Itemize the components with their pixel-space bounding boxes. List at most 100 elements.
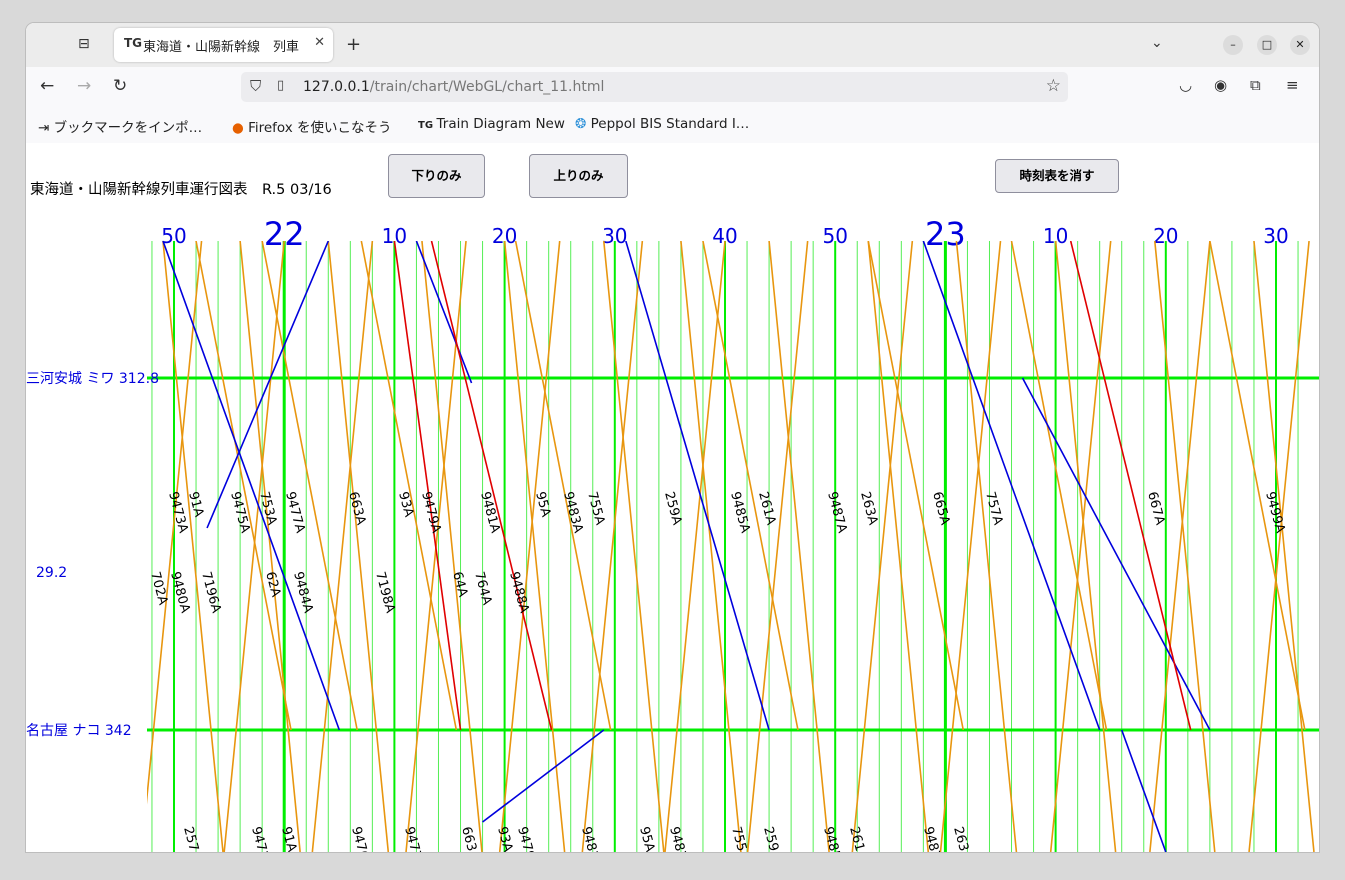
kodama-train-line [1149, 241, 1211, 852]
import-icon: ⇥ [38, 120, 54, 136]
kodama-train-line [1049, 241, 1112, 852]
extensions-icon[interactable]: ⧉ [1250, 76, 1261, 94]
train-number-label: 91A [185, 490, 206, 519]
train-number-label: 9483A [560, 490, 585, 535]
train-number-label: 9483A [666, 825, 691, 852]
train-number-label: 93A [395, 490, 416, 519]
train-number-label: 257A [180, 825, 203, 852]
tab-close-icon[interactable]: ✕ [314, 35, 325, 50]
shield-icon[interactable]: ⛉ [250, 77, 261, 95]
train-number-label: 9485A [727, 490, 752, 535]
train-number-label: 263A [950, 825, 973, 852]
account-icon[interactable]: ◉ [1214, 76, 1227, 94]
train-number-label: 9479A [514, 825, 539, 852]
train-number-label: 9480A [167, 570, 192, 615]
train-number-label: 95A [532, 490, 553, 519]
kodama-train-line [239, 241, 301, 852]
train-number-label: 9488A [506, 570, 531, 615]
minimize-icon[interactable]: – [1223, 35, 1243, 55]
tab-bar: ⊟ TG 東海道・山陽新幹線 列車 ✕ + ⌄ – □ ✕ [26, 23, 1319, 67]
kodama-train-line [503, 241, 566, 852]
tab-list-chevron-down-icon[interactable]: ⌄ [1151, 35, 1163, 51]
peppol-icon: ❂ [575, 116, 591, 132]
train-number-label: 259A [760, 825, 783, 852]
pocket-icon[interactable]: ◡ [1179, 76, 1192, 94]
time-tick-label: 30 [602, 224, 627, 248]
kodama-train-line [867, 241, 930, 852]
train-number-label: 667A [1144, 490, 1167, 527]
kodama-train-line [1209, 241, 1306, 731]
train-diagram-icon: TG [418, 120, 437, 131]
train-number-label: 9471A [248, 825, 273, 852]
train-number-label: 263A [857, 490, 880, 527]
kodama-train-line [680, 241, 742, 852]
nozomi-train-line [482, 729, 605, 823]
train-number-label: 7196A [198, 570, 223, 615]
train-number-label: 665A [929, 490, 952, 527]
train-number-label: 663A [345, 490, 368, 527]
maximize-icon[interactable]: □ [1257, 35, 1277, 55]
page-content: 東海道・山陽新幹線列車運行図表 R.5 03/16 下りのみ 上りのみ 時刻表を… [26, 143, 1319, 852]
train-number-label: 91A [278, 825, 299, 852]
firefox-icon: ● [232, 120, 249, 136]
back-arrow-icon[interactable]: ← [40, 76, 54, 96]
train-number-label: 757A [982, 490, 1005, 527]
browser-tab[interactable]: TG 東海道・山陽新幹線 列車 ✕ [114, 28, 333, 62]
close-window-icon[interactable]: ✕ [1290, 35, 1310, 55]
bookmark-train-diagram[interactable]: TG Train Diagram New [418, 116, 565, 132]
hikari-train-line [430, 241, 553, 731]
url-bar[interactable]: ⛉ ▯ 127.0.0.1/train/chart/WebGL/chart_11… [241, 72, 1068, 102]
reload-icon[interactable]: ↻ [113, 76, 127, 96]
bookmarks-bar: ⇥ ブックマークをインポ… ● Firefox を使いこなそう TG Train… [26, 107, 1319, 144]
time-tick-label: 50 [161, 224, 186, 248]
url-path: /train/chart/WebGL/chart_11.html [369, 79, 605, 95]
hikari-train-line [1069, 241, 1192, 731]
url-text[interactable]: 127.0.0.1/train/chart/WebGL/chart_11.htm… [303, 79, 604, 95]
kodama-train-line [514, 241, 612, 731]
kodama-train-line [1010, 241, 1108, 731]
tab-overview-icon[interactable]: ⊟ [78, 36, 90, 52]
train-number-label: 9476A [348, 825, 373, 852]
kodama-train-line [498, 241, 561, 852]
time-tick-label: 50 [822, 224, 847, 248]
train-number-label: 9477A [282, 490, 307, 535]
time-tick-label: 20 [1153, 224, 1178, 248]
browser-window: ⊟ TG 東海道・山陽新幹線 列車 ✕ + ⌄ – □ ✕ ← → ↻ ⛉ ▯ … [26, 23, 1319, 852]
train-number-label: 9485A [820, 825, 845, 852]
station-label-mikawa-anjo: 三河安城 ミワ 312.8 [26, 371, 159, 387]
nozomi-train-line [162, 241, 341, 731]
kodama-train-line [223, 241, 285, 852]
train-number-label: 764A [471, 570, 494, 607]
new-tab-icon[interactable]: + [346, 34, 361, 55]
train-number-label: 64A [449, 570, 470, 599]
forward-arrow-icon[interactable]: → [77, 76, 91, 96]
bookmark-star-icon[interactable]: ☆ [1046, 76, 1061, 96]
bookmark-firefox[interactable]: ● Firefox を使いこなそう [232, 116, 392, 136]
menu-icon[interactable]: ≡ [1286, 76, 1299, 94]
bookmark-import[interactable]: ⇥ ブックマークをインポ… [38, 116, 202, 136]
train-diagram-favicon-icon: TG [124, 36, 143, 50]
hikari-train-line [393, 241, 462, 731]
navigation-bar: ← → ↻ ⛉ ▯ 127.0.0.1/train/chart/WebGL/ch… [26, 67, 1319, 107]
train-number-label: 261A [846, 825, 869, 852]
train-number-label: 755A [728, 825, 751, 852]
page-info-icon[interactable]: ▯ [277, 78, 284, 93]
bookmark-peppol[interactable]: ❂ Peppol BIS Standard I… [575, 116, 749, 132]
nozomi-train-line [625, 241, 770, 731]
train-number-label: 663A [458, 825, 481, 852]
distance-label: 29.2 [36, 565, 67, 581]
train-number-label: 93A [494, 825, 515, 852]
kodama-train-line [939, 241, 1002, 852]
station-label-nagoya: 名古屋 ナコ 342 [26, 723, 132, 739]
time-tick-label: 23 [925, 215, 966, 253]
kodama-train-line [1253, 241, 1315, 852]
train-number-label: 9487A [824, 490, 849, 535]
train-diagram-chart: 50 22 10 20 30 40 50 23 10 20 30三河安城 ミワ 312.8名古屋 ナ… [26, 215, 1319, 852]
train-number-label: 261A [755, 490, 778, 527]
train-number-label: 95A [636, 825, 657, 852]
kodama-train-line [851, 241, 914, 852]
kodama-train-line [1153, 241, 1216, 852]
kodama-train-line [1054, 241, 1117, 852]
train-number-label: 9477A [401, 825, 426, 852]
kodama-train-line [955, 241, 1018, 852]
